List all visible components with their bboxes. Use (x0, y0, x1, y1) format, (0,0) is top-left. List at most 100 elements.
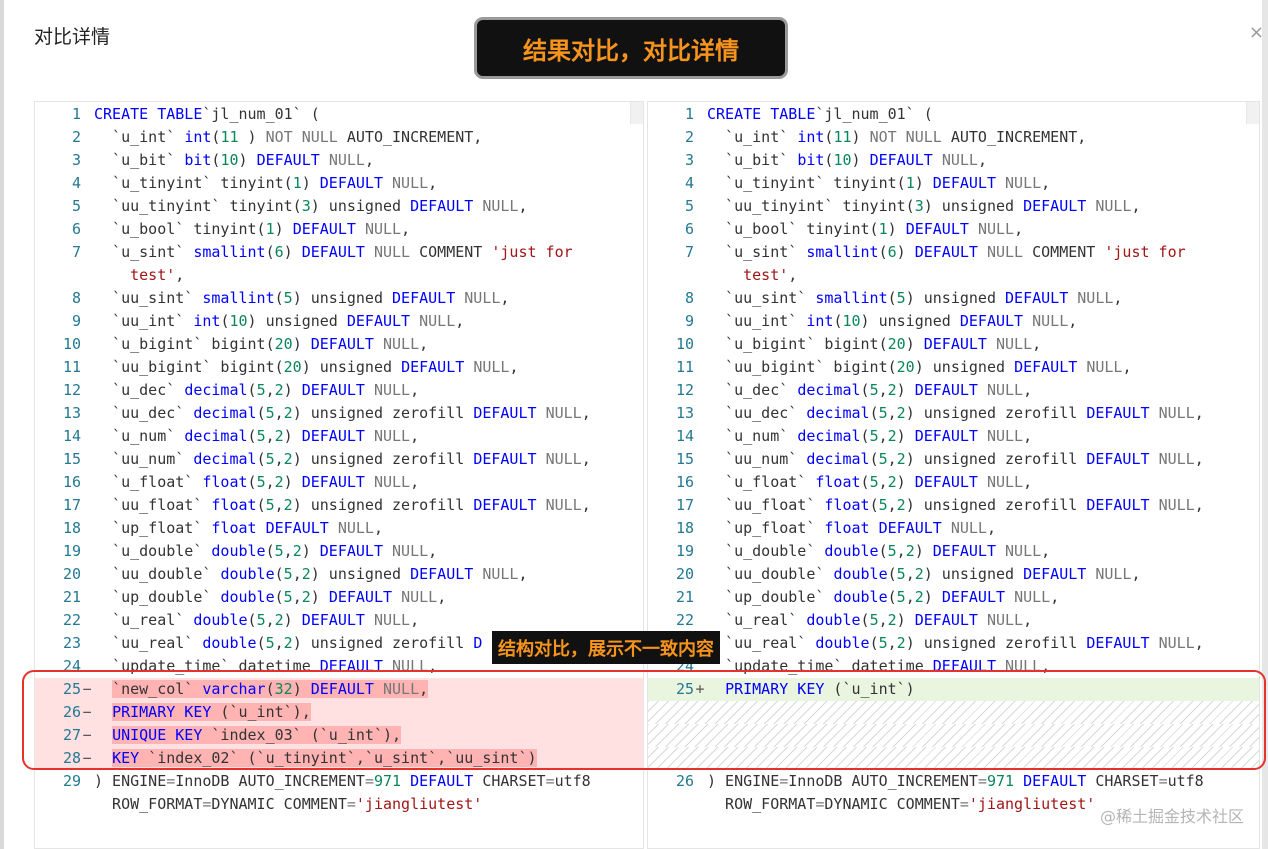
code-token: NULL (364, 220, 402, 238)
line-number: 26 (62, 703, 81, 721)
right-code-line: test', (648, 264, 1259, 287)
code-token: NOT NULL (869, 128, 942, 146)
code-token: double (193, 611, 248, 629)
code-token: NULL (373, 611, 411, 629)
code-token: ) (292, 680, 311, 698)
right-code-line: 11 `uu_bigint` bigint(20) unsigned DEFAU… (648, 356, 1259, 379)
right-code-line (648, 701, 1259, 724)
code-token: NULL (383, 680, 420, 698)
left-code-line: 4 `u_tinyint` tinyint(1) DEFAULT NULL, (35, 172, 643, 195)
code-token: , (437, 588, 447, 606)
code-token: NULL (1005, 174, 1042, 192)
code-token: ( (247, 473, 257, 491)
code-token: 'just for (491, 243, 573, 261)
code-token: ) unsigned (914, 358, 1015, 376)
code-token: 2 (283, 404, 293, 422)
left-code-line: 10 `u_bigint` bigint(20) DEFAULT NULL, (35, 333, 643, 356)
code-text: `u_real` double(5,2) DEFAULT NULL, (707, 609, 1032, 632)
code-token: `u_bit` (707, 151, 798, 169)
code-token: , (428, 174, 438, 192)
code-token: ( (869, 634, 879, 652)
code-token: bit (184, 151, 212, 169)
code-token: NULL (1158, 634, 1195, 652)
code-text: `u_float` float(5,2) DEFAULT NULL, (94, 471, 419, 494)
code-token: `uu_dec` (94, 404, 194, 422)
code-token: , (509, 358, 519, 376)
code-token: DEFAULT (346, 312, 411, 330)
code-token: , (1023, 473, 1033, 491)
line-number: 19 (675, 542, 694, 560)
line-number: 9 (684, 312, 694, 330)
left-code-line: 9 `uu_int` int(10) unsigned DEFAULT NULL… (35, 310, 643, 333)
left-code-line: 26− PRIMARY KEY (`u_int`), (35, 701, 643, 724)
code-text: `up_double` double(5,2) DEFAULT NULL, (94, 586, 446, 609)
close-icon[interactable]: × (1249, 22, 1264, 43)
code-token: `update_time` datetime (94, 657, 320, 675)
code-token: = (364, 772, 374, 790)
left-code-line: 13 `uu_dec` decimal(5,2) unsigned zerofi… (35, 402, 643, 425)
code-token: decimal (193, 404, 257, 422)
code-token: double (815, 634, 870, 652)
code-token: ) unsigned (310, 197, 411, 215)
code-token: NULL (1005, 657, 1042, 675)
code-token: 5 (265, 496, 275, 514)
code-token: DEFAULT (959, 312, 1024, 330)
code-token: decimal (184, 427, 248, 445)
right-code-line: 2 `u_int` int(11) NOT NULL AUTO_INCREMEN… (648, 126, 1259, 149)
diff-pane-right[interactable]: 1 CREATE TABLE`jl_num_01` (2 `u_int` int(… (647, 101, 1260, 849)
code-token: ( (274, 565, 284, 583)
right-code-line: 20 `uu_double` double(5,2) unsigned DEFA… (648, 563, 1259, 586)
code-token: NOT NULL (265, 128, 338, 146)
right-code-line: 8 `uu_sint` smallint(5) unsigned DEFAULT… (648, 287, 1259, 310)
code-token: DEFAULT (1086, 634, 1150, 652)
code-token: ( (265, 680, 275, 698)
line-number: 1 (684, 105, 694, 123)
code-token: `update_time` datetime (707, 657, 933, 675)
code-token: NULL (373, 381, 411, 399)
code-token: DEFAULT (392, 289, 456, 307)
code-token: `up_float` (707, 519, 825, 537)
code-token: , (265, 427, 275, 445)
code-token: NULL (401, 588, 438, 606)
code-token: ( (274, 588, 284, 606)
left-code-line: 28− KEY `index_02` (`u_tinyint`,`u_sint`… (35, 747, 643, 770)
code-token: , (581, 496, 591, 514)
code-text: `uu_double` double(5,2) unsigned DEFAULT… (94, 563, 527, 586)
code-token: 10 (842, 312, 861, 330)
code-token: varchar (202, 680, 266, 698)
code-token: `uu_bigint` bigint( (707, 358, 897, 376)
code-token: 2 (914, 588, 924, 606)
code-token: ) unsigned (923, 565, 1024, 583)
line-number: 20 (675, 565, 694, 583)
code-text: `u_dec` decimal(5,2) DEFAULT NULL, (94, 379, 419, 402)
diff-pane-left[interactable]: 1 CREATE TABLE`jl_num_01` (2 `u_int` int(… (34, 101, 644, 849)
line-number: 12 (62, 381, 81, 399)
code-token: , (401, 220, 411, 238)
code-token: ) unsigned zerofill (292, 404, 474, 422)
code-token: 2 (283, 496, 293, 514)
code-token: DEFAULT (1023, 772, 1087, 790)
line-number: 10 (62, 335, 81, 353)
right-code-line: 15 `uu_num` decimal(5,2) unsigned zerofi… (648, 448, 1259, 471)
code-token: , (887, 496, 897, 514)
code-token: DEFAULT (473, 496, 537, 514)
code-token: double (220, 565, 275, 583)
line-number: 29 (62, 772, 81, 790)
left-code-line: 5 `uu_tinyint` tinyint(3) unsigned DEFAU… (35, 195, 643, 218)
code-token: NULL (1158, 450, 1195, 468)
code-token: DEFAULT (301, 381, 365, 399)
code-token: float (824, 519, 870, 537)
line-number: 14 (62, 427, 81, 445)
code-token: NULL (1086, 358, 1123, 376)
